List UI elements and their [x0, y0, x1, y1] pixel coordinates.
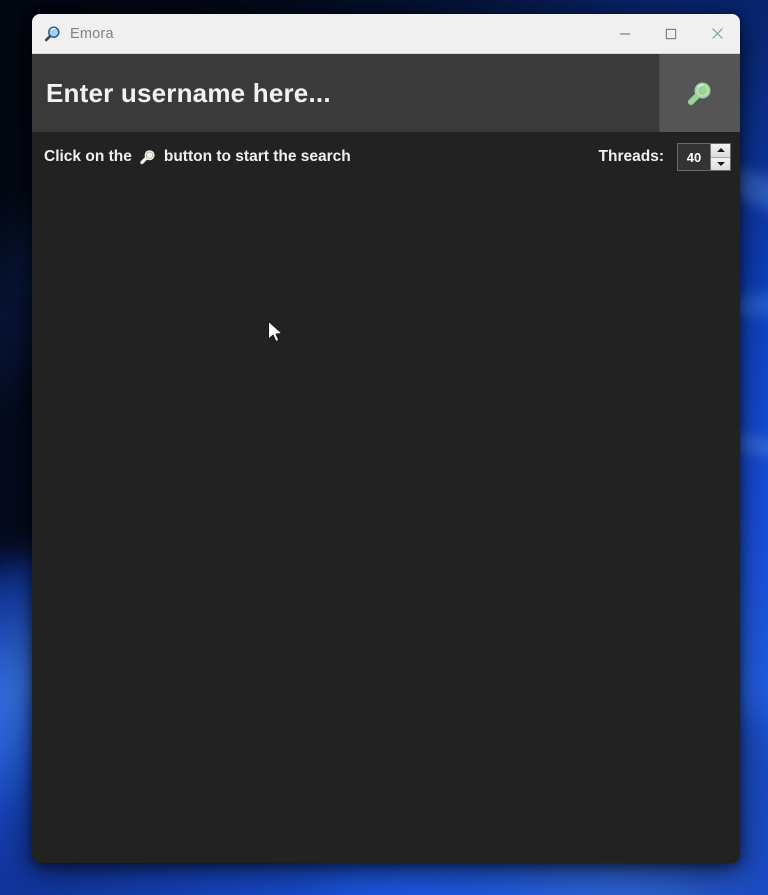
minimize-button[interactable] — [602, 14, 648, 53]
search-input-placeholder: Enter username here... — [46, 77, 331, 108]
triangle-down-icon — [716, 161, 725, 166]
search-hint-before: Click on the — [44, 148, 132, 165]
username-search-input[interactable]: Enter username here... — [32, 54, 659, 132]
threads-label: Threads: — [598, 148, 664, 165]
threads-decrement-button[interactable] — [711, 157, 730, 170]
search-bar: Enter username here... — [32, 54, 740, 132]
threads-stepper-buttons — [710, 144, 730, 170]
close-button[interactable] — [694, 14, 740, 53]
minimize-icon — [620, 32, 630, 35]
maximize-icon — [665, 28, 677, 39]
threads-value[interactable]: 40 — [678, 144, 710, 170]
maximize-button[interactable] — [648, 14, 694, 53]
magnifier-icon — [42, 24, 62, 44]
threads-increment-button[interactable] — [711, 144, 730, 158]
window-titlebar[interactable]: Emora — [32, 14, 740, 54]
search-hint-after: button to start the search — [163, 148, 351, 165]
window-title: Emora — [70, 25, 114, 42]
emora-app-window: Emora Enter username here... Click on th… — [32, 14, 740, 863]
start-search-button[interactable] — [659, 54, 740, 132]
results-area[interactable] — [32, 182, 740, 863]
magnifier-icon — [688, 82, 711, 105]
triangle-up-icon — [716, 148, 725, 153]
threads-stepper[interactable]: 40 — [677, 143, 731, 171]
close-icon — [711, 28, 723, 39]
status-options-row: Click on the button to start the search … — [32, 132, 740, 182]
magnifier-icon — [138, 147, 158, 167]
search-hint: Click on the button to start the search — [44, 147, 351, 167]
